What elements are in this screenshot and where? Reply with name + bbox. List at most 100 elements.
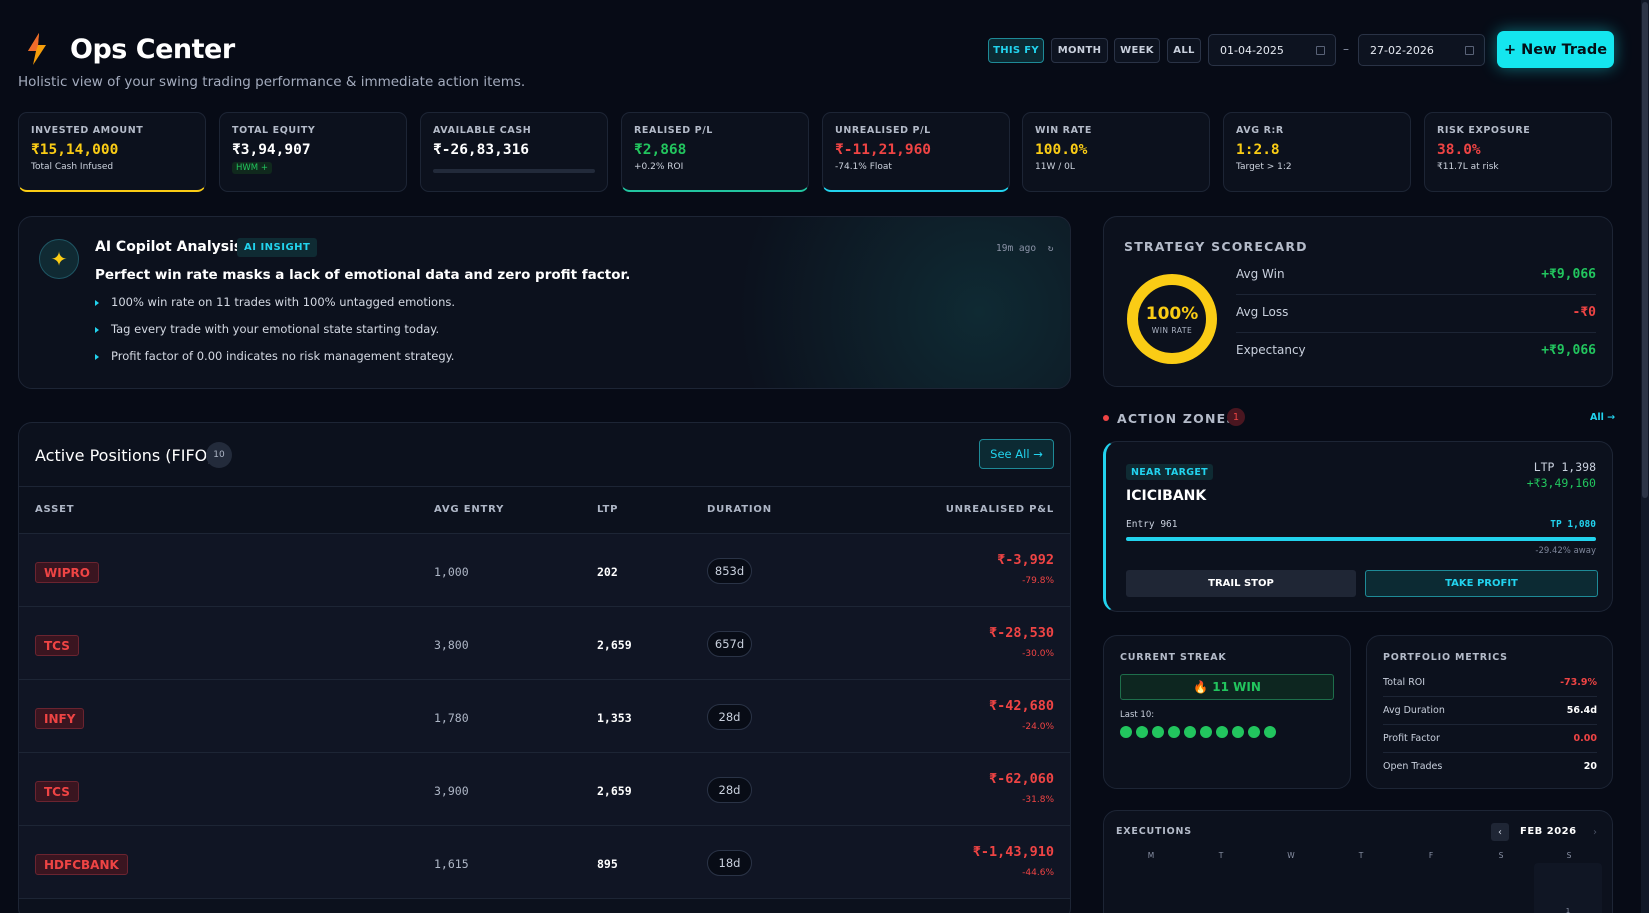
scrollbar-thumb[interactable] bbox=[1642, 2, 1648, 498]
stat-label: REALISED P/L bbox=[634, 125, 713, 136]
action-zone-pnl: +₹3,49,160 bbox=[1526, 476, 1596, 490]
filter-all[interactable]: ALL bbox=[1167, 38, 1201, 63]
chevron-left-icon[interactable]: ‹ bbox=[1491, 823, 1509, 841]
asset-tag[interactable]: WIPRO bbox=[35, 562, 99, 583]
new-trade-button[interactable]: + New Trade bbox=[1497, 31, 1614, 68]
bullet-icon bbox=[95, 326, 99, 333]
table-row[interactable]: INFY 1,780 1,353 28d ₹-42,680 -24.0% bbox=[19, 680, 1070, 753]
ai-insight-badge: AI INSIGHT bbox=[237, 238, 318, 257]
win-rate-value: 100% bbox=[1145, 303, 1199, 324]
streak-dot bbox=[1248, 726, 1260, 738]
calendar-month: FEB 2026 bbox=[1520, 826, 1577, 837]
scorecard-key: Expectancy bbox=[1236, 343, 1306, 357]
col-duration: DURATION bbox=[707, 504, 772, 515]
streak-dot bbox=[1152, 726, 1164, 738]
copilot-timestamp: 19m ago ↻ bbox=[996, 243, 1054, 254]
bullet-icon bbox=[95, 353, 99, 360]
filter-week[interactable]: WEEK bbox=[1114, 38, 1160, 63]
streak-dot bbox=[1184, 726, 1196, 738]
date-from-input[interactable]: 01-04-2025 bbox=[1208, 34, 1336, 66]
scorecard-title: STRATEGY SCORECARD bbox=[1124, 239, 1308, 254]
chevron-right-icon[interactable]: › bbox=[1586, 823, 1604, 841]
metric-row: Open Trades 20 bbox=[1383, 753, 1597, 781]
stat-value: 1:2.8 bbox=[1236, 142, 1280, 158]
weekday-label: S bbox=[1566, 851, 1572, 860]
metric-key: Profit Factor bbox=[1383, 733, 1440, 744]
filter-month[interactable]: MONTH bbox=[1051, 38, 1108, 63]
ltp: 2,659 bbox=[597, 638, 632, 652]
avg-entry: 1,000 bbox=[434, 565, 469, 579]
date-to-input[interactable]: 27-02-2026 bbox=[1358, 34, 1485, 66]
stat-win-rate: WIN RATE 100.0% 11W / 0L bbox=[1022, 112, 1210, 192]
win-rate-label: WIN RATE bbox=[1151, 325, 1193, 335]
alert-dot-icon bbox=[1103, 415, 1109, 421]
stat-sub: Target > 1:2 bbox=[1236, 162, 1292, 172]
metric-value: 56.4d bbox=[1566, 705, 1597, 716]
executions-title: EXECUTIONS bbox=[1116, 826, 1192, 837]
asset-tag[interactable]: TCS bbox=[35, 781, 79, 802]
near-target-badge: NEAR TARGET bbox=[1126, 464, 1213, 480]
asset-tag[interactable]: HDFCBANK bbox=[35, 854, 128, 875]
stat-realised-pl: REALISED P/L ₹2,868 +0.2% ROI bbox=[621, 112, 809, 192]
stat-label: WIN RATE bbox=[1035, 125, 1092, 136]
metric-value: -73.9% bbox=[1560, 677, 1597, 688]
stat-sub: 11W / 0L bbox=[1035, 162, 1075, 172]
ltp: 895 bbox=[597, 857, 618, 871]
calendar-icon bbox=[1316, 46, 1325, 55]
stat-risk-exposure: RISK EXPOSURE 38.0% ₹11.7L at risk bbox=[1424, 112, 1612, 192]
table-row[interactable]: HDFCBANK 1,615 895 18d ₹-1,43,910 -44.6% bbox=[19, 826, 1070, 899]
streak-last-label: Last 10: bbox=[1120, 710, 1155, 720]
unrealised-pnl: ₹-1,43,910 bbox=[972, 844, 1054, 860]
table-row[interactable]: WIPRO 1,000 202 853d ₹-3,992 -79.8% bbox=[19, 534, 1070, 607]
unrealised-pct: -24.0% bbox=[1022, 722, 1054, 732]
stat-value: ₹3,94,907 bbox=[232, 142, 311, 158]
stat-sub: ₹11.7L at risk bbox=[1437, 162, 1499, 172]
unrealised-pct: -44.6% bbox=[1022, 868, 1054, 878]
duration-pill: 18d bbox=[707, 850, 752, 876]
asset-tag[interactable]: TCS bbox=[35, 635, 79, 656]
stat-label: TOTAL EQUITY bbox=[232, 125, 316, 136]
ltp: 202 bbox=[597, 565, 618, 579]
target-progress-fill bbox=[1126, 537, 1596, 541]
stat-value: 100.0% bbox=[1035, 142, 1088, 158]
streak-value: 🔥 11 WIN bbox=[1120, 674, 1334, 700]
strategy-scorecard-panel: STRATEGY SCORECARD 100% WIN RATE Avg Win… bbox=[1103, 216, 1613, 387]
metric-value: 20 bbox=[1583, 761, 1597, 772]
copilot-bullet: 100% win rate on 11 trades with 100% unt… bbox=[95, 295, 455, 309]
scorecard-row: Avg Win +₹9,066 bbox=[1236, 257, 1596, 295]
stat-label: UNREALISED P/L bbox=[835, 125, 931, 136]
weekday-label: S bbox=[1498, 851, 1504, 860]
weekday-label: W bbox=[1287, 851, 1295, 860]
col-asset: ASSET bbox=[35, 504, 75, 515]
see-all-button[interactable]: See All → bbox=[979, 439, 1054, 469]
copilot-time-text: 19m ago bbox=[996, 243, 1037, 254]
duration-pill: 657d bbox=[707, 631, 752, 657]
trail-stop-button[interactable]: TRAIL STOP bbox=[1126, 570, 1356, 597]
table-row[interactable]: TCS 3,800 2,659 657d ₹-28,530 -30.0% bbox=[19, 607, 1070, 680]
refresh-icon[interactable]: ↻ bbox=[1048, 243, 1054, 254]
asset-tag[interactable]: INFY bbox=[35, 708, 85, 729]
target-distance: -29.42% away bbox=[1535, 546, 1596, 556]
action-zones-all-link[interactable]: All → bbox=[1590, 412, 1615, 423]
unrealised-pnl: ₹-3,992 bbox=[997, 552, 1054, 568]
col-unrealised-pnl: UNREALISED P&L bbox=[945, 504, 1054, 515]
action-zone-card: NEAR TARGET ICICIBANK LTP 1,398 +₹3,49,1… bbox=[1103, 441, 1613, 612]
scorecard-row: Expectancy +₹9,066 bbox=[1236, 333, 1596, 371]
calendar-icon bbox=[1465, 46, 1474, 55]
table-row[interactable]: TCS 3,900 2,659 28d ₹-62,060 -31.8% bbox=[19, 753, 1070, 826]
scorecard-row: Avg Loss -₹0 bbox=[1236, 295, 1596, 333]
take-profit-button[interactable]: TAKE PROFIT bbox=[1365, 570, 1598, 597]
ltp: 1,353 bbox=[597, 711, 632, 725]
duration-pill: 28d bbox=[707, 704, 752, 730]
stat-value: ₹2,868 bbox=[634, 142, 687, 158]
page-subtitle: Holistic view of your swing trading perf… bbox=[18, 74, 526, 90]
active-positions-panel: Active Positions (FIFO) 10 See All → ASS… bbox=[18, 422, 1071, 913]
streak-dot bbox=[1232, 726, 1244, 738]
stat-label: RISK EXPOSURE bbox=[1437, 125, 1531, 136]
stat-label: INVESTED AMOUNT bbox=[31, 125, 144, 136]
filter-this-fy[interactable]: THIS FY bbox=[988, 38, 1044, 63]
calendar-day[interactable]: 1 bbox=[1534, 863, 1602, 913]
sparkles-icon: ✦ bbox=[39, 239, 79, 279]
copilot-bullet: Profit factor of 0.00 indicates no risk … bbox=[95, 349, 454, 363]
stat-invested-amount: INVESTED AMOUNT ₹15,14,000 Total Cash In… bbox=[18, 112, 206, 192]
